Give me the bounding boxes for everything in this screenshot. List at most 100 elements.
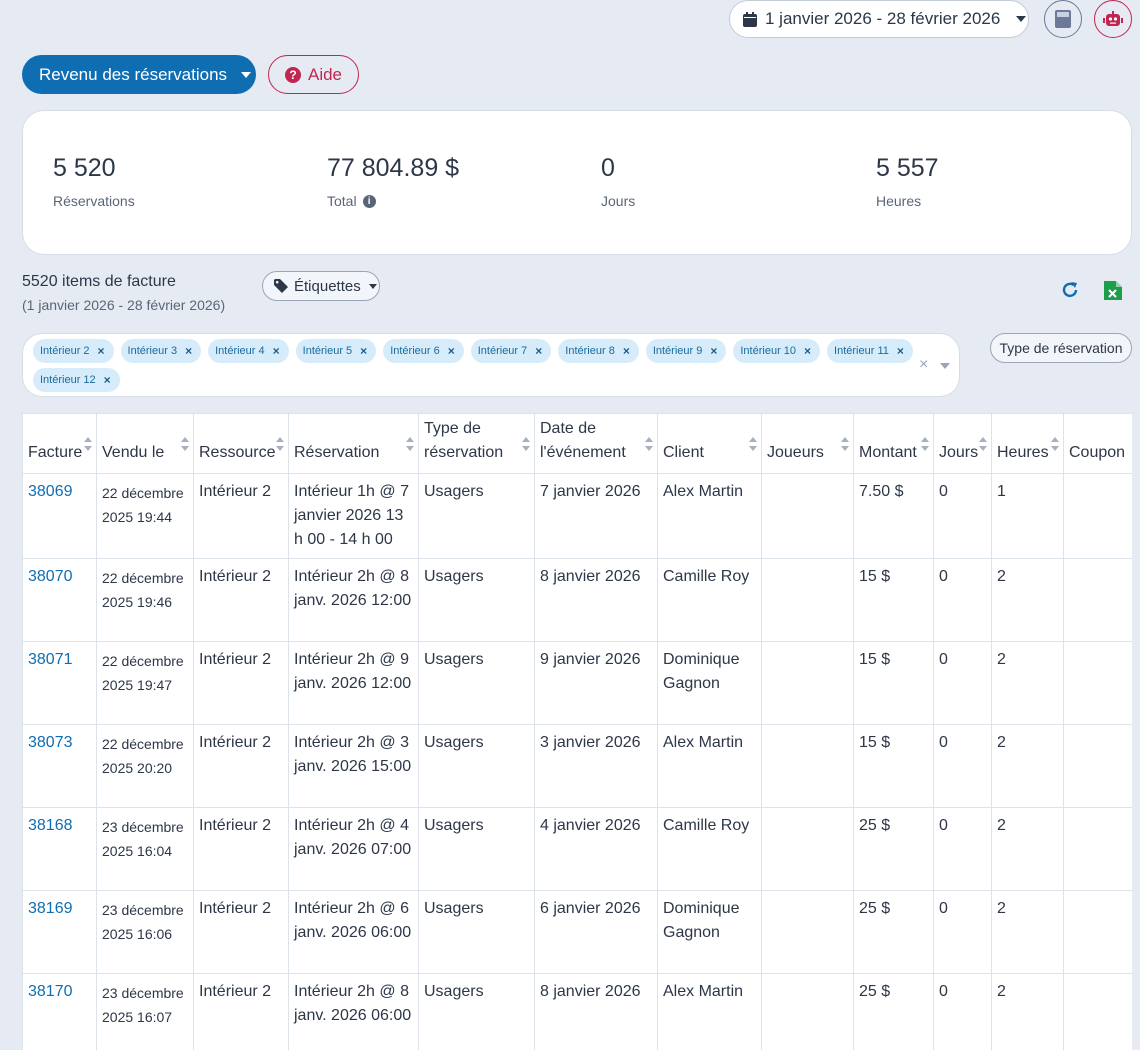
cell-client: Alex Martin bbox=[657, 724, 762, 808]
column-header[interactable]: Ressource bbox=[193, 413, 289, 474]
help-button[interactable]: ? Aide bbox=[268, 55, 359, 94]
sort-icon[interactable] bbox=[841, 437, 849, 451]
cell-ressource: Intérieur 2 bbox=[193, 558, 289, 642]
calculator-button[interactable] bbox=[1044, 0, 1082, 38]
cell-reservation: Intérieur 2h @ 3 janv. 2026 15:00 bbox=[288, 724, 419, 808]
remove-chip-icon[interactable]: × bbox=[804, 344, 811, 358]
assistant-button[interactable] bbox=[1094, 0, 1132, 38]
column-header[interactable]: Client bbox=[657, 413, 762, 474]
table-row: 38170 23 décembre 2025 16:07 Intérieur 2 In… bbox=[22, 973, 1132, 1050]
cell-type: Usagers bbox=[418, 641, 535, 725]
cell-date: 7 janvier 2026 bbox=[534, 473, 658, 559]
stat-reservations: 5 520 Réservations bbox=[53, 153, 135, 209]
cell-jours: 0 bbox=[933, 807, 992, 891]
filter-chip: Intérieur 10 × bbox=[733, 339, 821, 363]
date-range-label: 1 janvier 2026 - 28 février 2026 bbox=[765, 9, 1001, 28]
remove-chip-icon[interactable]: × bbox=[897, 344, 904, 358]
column-header[interactable]: Date de l'événement bbox=[534, 413, 658, 474]
filter-chip: Intérieur 8 × bbox=[558, 339, 639, 363]
column-header[interactable]: Réservation bbox=[288, 413, 419, 474]
excel-icon[interactable] bbox=[1104, 280, 1122, 300]
sort-icon[interactable] bbox=[181, 437, 189, 451]
sort-icon[interactable] bbox=[749, 437, 757, 451]
cell-ressource: Intérieur 2 bbox=[193, 473, 289, 559]
date-range-picker[interactable]: 1 janvier 2026 - 28 février 2026 bbox=[729, 0, 1029, 38]
stat-total: 77 804.89 $ Total i bbox=[327, 153, 459, 209]
stat-days: 0 Jours bbox=[601, 153, 635, 209]
column-header[interactable]: Facture bbox=[22, 413, 97, 474]
sort-icon[interactable] bbox=[406, 437, 414, 451]
sort-icon[interactable] bbox=[1051, 437, 1059, 451]
column-header[interactable]: Montant bbox=[853, 413, 934, 474]
invoice-link[interactable]: 38073 bbox=[28, 734, 73, 751]
column-header[interactable]: Jours bbox=[933, 413, 992, 474]
cell-coupon bbox=[1063, 973, 1132, 1050]
column-header[interactable]: Type de réservation bbox=[418, 413, 535, 474]
remove-chip-icon[interactable]: × bbox=[98, 344, 105, 358]
cell-heures: 2 bbox=[991, 641, 1064, 725]
help-label: Aide bbox=[307, 64, 343, 84]
table-row: 38070 22 décembre 2025 19:46 Intérieur 2 In… bbox=[22, 558, 1132, 642]
stat-value: 77 804.89 $ bbox=[327, 154, 460, 182]
cell-vendu: 22 décembre 2025 19:44 bbox=[96, 473, 194, 559]
remove-chip-icon[interactable]: × bbox=[710, 344, 717, 358]
column-header-label: Coupon bbox=[1069, 444, 1126, 461]
remove-chip-icon[interactable]: × bbox=[535, 344, 542, 358]
sort-icon[interactable] bbox=[276, 437, 284, 451]
tags-dropdown-button[interactable]: Étiquettes bbox=[262, 271, 380, 301]
sort-icon[interactable] bbox=[921, 437, 929, 451]
cell-reservation: Intérieur 2h @ 6 janv. 2026 06:00 bbox=[288, 890, 419, 974]
cell-coupon bbox=[1063, 724, 1132, 808]
clear-filter-icon[interactable]: × bbox=[919, 356, 928, 374]
column-header-label: Date de l'événement bbox=[540, 420, 626, 461]
cell-heures: 2 bbox=[991, 890, 1064, 974]
cell-jours: 0 bbox=[933, 973, 992, 1050]
stat-hours: 5 557 Heures bbox=[876, 153, 939, 209]
remove-chip-icon[interactable]: × bbox=[273, 344, 280, 358]
reservation-type-button[interactable]: Type de réservation bbox=[990, 333, 1132, 363]
cell-coupon bbox=[1063, 558, 1132, 642]
remove-chip-icon[interactable]: × bbox=[360, 344, 367, 358]
sort-icon[interactable] bbox=[645, 437, 653, 451]
filter-chip-label: Intérieur 11 bbox=[834, 345, 889, 357]
info-icon[interactable]: i bbox=[362, 194, 376, 208]
cell-montant: 25 $ bbox=[853, 973, 934, 1050]
stat-value: 5 520 bbox=[53, 154, 116, 182]
remove-chip-icon[interactable]: × bbox=[448, 344, 455, 358]
column-header[interactable]: Vendu le bbox=[96, 413, 194, 474]
column-header-label: Jours bbox=[939, 444, 979, 461]
cell-type: Usagers bbox=[418, 890, 535, 974]
column-header[interactable]: Coupon bbox=[1063, 413, 1132, 474]
filter-chip: Intérieur 5 × bbox=[295, 339, 377, 363]
invoice-link[interactable]: 38169 bbox=[28, 900, 73, 917]
cell-jours: 0 bbox=[933, 473, 992, 559]
column-header[interactable]: Joueurs bbox=[761, 413, 854, 474]
resource-filter-box[interactable]: Intérieur 2 × Intérieur 3 × Intérieur 4 × Inté… bbox=[22, 333, 960, 397]
column-header-label: Client bbox=[663, 444, 704, 461]
stat-label: Total bbox=[327, 193, 357, 209]
invoice-link[interactable]: 38070 bbox=[28, 568, 73, 585]
invoice-link[interactable]: 38069 bbox=[28, 483, 73, 500]
cell-type: Usagers bbox=[418, 473, 535, 559]
remove-chip-icon[interactable]: × bbox=[623, 344, 630, 358]
sort-icon[interactable] bbox=[979, 437, 987, 451]
cell-coupon bbox=[1063, 641, 1132, 725]
column-header-label: Vendu le bbox=[102, 444, 165, 461]
sort-icon[interactable] bbox=[84, 437, 92, 451]
report-selector-button[interactable]: Revenu des réservations bbox=[22, 55, 256, 94]
remove-chip-icon[interactable]: × bbox=[185, 344, 192, 358]
invoice-link[interactable]: 38170 bbox=[28, 983, 73, 1000]
refresh-icon[interactable] bbox=[1060, 280, 1080, 300]
column-header[interactable]: Heures bbox=[991, 413, 1064, 474]
filter-chip: Intérieur 2 × bbox=[33, 339, 114, 363]
invoice-link[interactable]: 38168 bbox=[28, 817, 73, 834]
stat-value: 5 557 bbox=[876, 154, 939, 182]
sort-icon[interactable] bbox=[522, 437, 530, 451]
column-header-label: Réservation bbox=[294, 444, 380, 461]
stat-label: Heures bbox=[876, 193, 922, 209]
cell-vendu: 22 décembre 2025 20:20 bbox=[96, 724, 194, 808]
filter-chip: Intérieur 11 × bbox=[827, 339, 913, 363]
invoice-link[interactable]: 38071 bbox=[28, 651, 73, 668]
chevron-down-icon[interactable] bbox=[940, 363, 950, 369]
remove-chip-icon[interactable]: × bbox=[104, 373, 111, 387]
